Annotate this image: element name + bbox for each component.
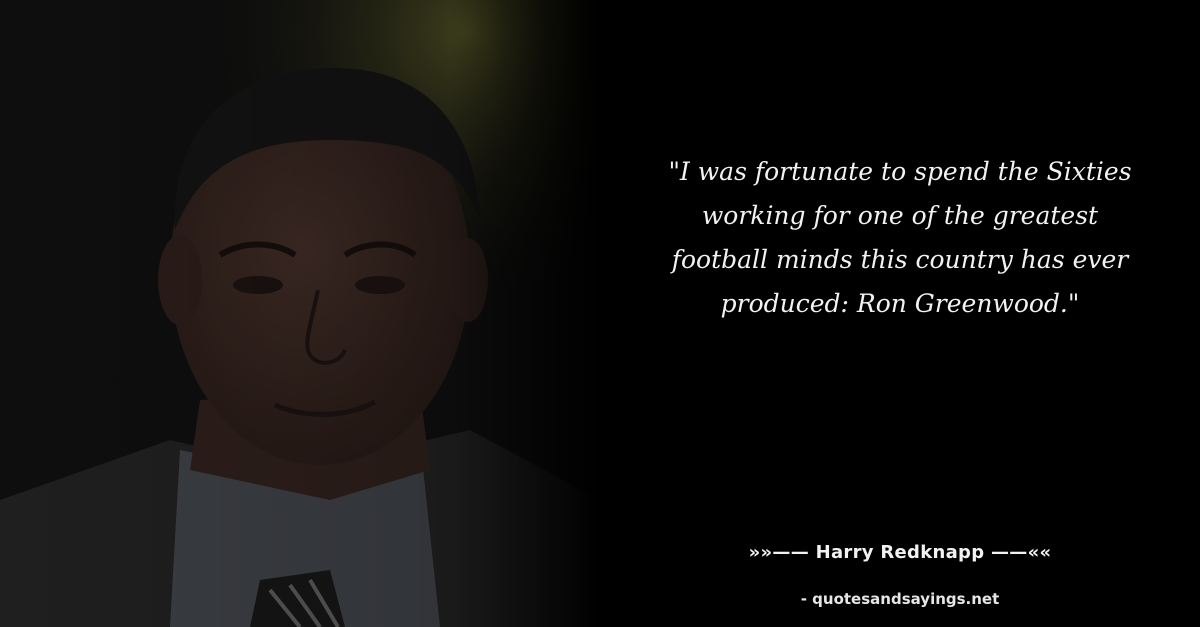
portrait-photo <box>0 0 600 627</box>
quote-card: "I was fortunate to spend the Sixties wo… <box>0 0 1200 627</box>
source-line: - quotesandsayings.net <box>800 590 1000 608</box>
quote-panel: "I was fortunate to spend the Sixties wo… <box>660 150 1140 326</box>
quote-text: "I was fortunate to spend the Sixties wo… <box>668 157 1132 318</box>
author-line: »»—— Harry Redknapp ——«« <box>748 542 1052 563</box>
